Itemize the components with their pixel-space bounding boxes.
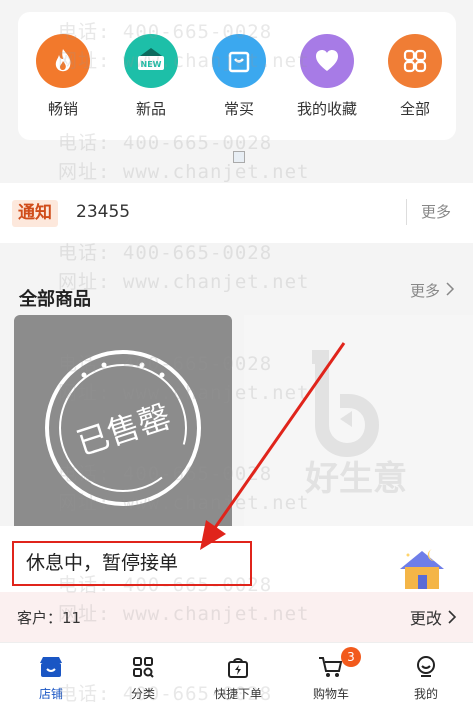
house-moon-icon xyxy=(400,549,444,589)
bottom-tab-bar: 店铺 分类 快捷下单 3 购物车 我的 xyxy=(0,642,473,703)
sold-out-stamp-icon: 已售罄 xyxy=(45,350,201,506)
notice-bar[interactable]: 通知 23455 更多 xyxy=(0,183,473,243)
cart-badge: 3 xyxy=(341,647,361,667)
tab-shop[interactable]: 店铺 xyxy=(11,653,91,702)
new-tag-icon: NEW xyxy=(124,34,178,88)
broken-image-icon xyxy=(233,151,245,163)
notice-more-link[interactable]: 更多 xyxy=(406,199,451,225)
fire-icon xyxy=(36,34,90,88)
tab-label: 购物车 xyxy=(312,687,349,701)
category-label: 常买 xyxy=(223,100,254,118)
category-label: 新品 xyxy=(135,100,166,118)
category-icon xyxy=(103,653,183,681)
category-hot[interactable]: 畅销 xyxy=(23,34,103,119)
notice-tag: 通知 xyxy=(12,200,58,227)
product-card-placeholder[interactable]: 好生意 xyxy=(244,315,473,535)
customer-bar: 客户：11 更改 xyxy=(0,592,473,642)
tab-label: 店铺 xyxy=(38,687,63,701)
watermark-site: 网址: www.chanjet.net xyxy=(58,271,310,293)
product-card-sold-out[interactable]: 已售罄 xyxy=(14,315,232,535)
category-new[interactable]: NEW 新品 xyxy=(111,34,191,119)
brand-logo-icon: 好生意 xyxy=(304,350,407,499)
tab-label: 分类 xyxy=(130,687,155,701)
change-customer-button[interactable]: 更改 xyxy=(410,605,457,629)
chevron-right-icon xyxy=(447,609,457,628)
tab-label: 快捷下单 xyxy=(213,687,262,701)
category-favorites[interactable]: 我的收藏 xyxy=(287,34,367,119)
products-more-link[interactable]: 更多 xyxy=(410,280,455,301)
change-label: 更改 xyxy=(409,609,442,628)
sold-out-stamp-text: 已售罄 xyxy=(72,397,175,463)
grid-icon xyxy=(388,34,442,88)
rest-status-text: 休息中，暂停接单 xyxy=(12,541,252,586)
category-label: 畅销 xyxy=(47,100,78,118)
quick-order-icon xyxy=(198,653,278,681)
watermark-site: 网址: www.chanjet.net xyxy=(58,161,310,183)
section-title: 全部商品 xyxy=(19,289,91,310)
chevron-right-icon xyxy=(445,282,455,300)
category-label: 全部 xyxy=(399,100,430,118)
heart-icon xyxy=(300,34,354,88)
tab-quick-order[interactable]: 快捷下单 xyxy=(198,653,278,702)
tab-category[interactable]: 分类 xyxy=(103,653,183,702)
tab-label: 我的 xyxy=(413,687,438,701)
svg-text:NEW: NEW xyxy=(141,60,162,69)
notice-text: 23455 xyxy=(76,202,131,222)
more-label: 更多 xyxy=(410,282,441,300)
category-card: 畅销 NEW 新品 常买 我的收藏 全部 xyxy=(18,12,456,140)
category-all[interactable]: 全部 xyxy=(375,34,455,119)
customer-value: 11 xyxy=(62,609,82,627)
tab-cart[interactable]: 3 购物车 xyxy=(291,647,371,702)
customer-info: 客户：11 xyxy=(17,607,81,628)
customer-label: 客户： xyxy=(17,609,63,627)
shop-icon xyxy=(11,653,91,681)
profile-icon xyxy=(386,653,466,681)
category-label: 我的收藏 xyxy=(296,100,357,118)
placeholder-logo-text: 好生意 xyxy=(304,459,407,499)
tab-profile[interactable]: 我的 xyxy=(386,653,466,702)
shopping-bag-icon xyxy=(212,34,266,88)
category-frequent[interactable]: 常买 xyxy=(199,34,279,119)
